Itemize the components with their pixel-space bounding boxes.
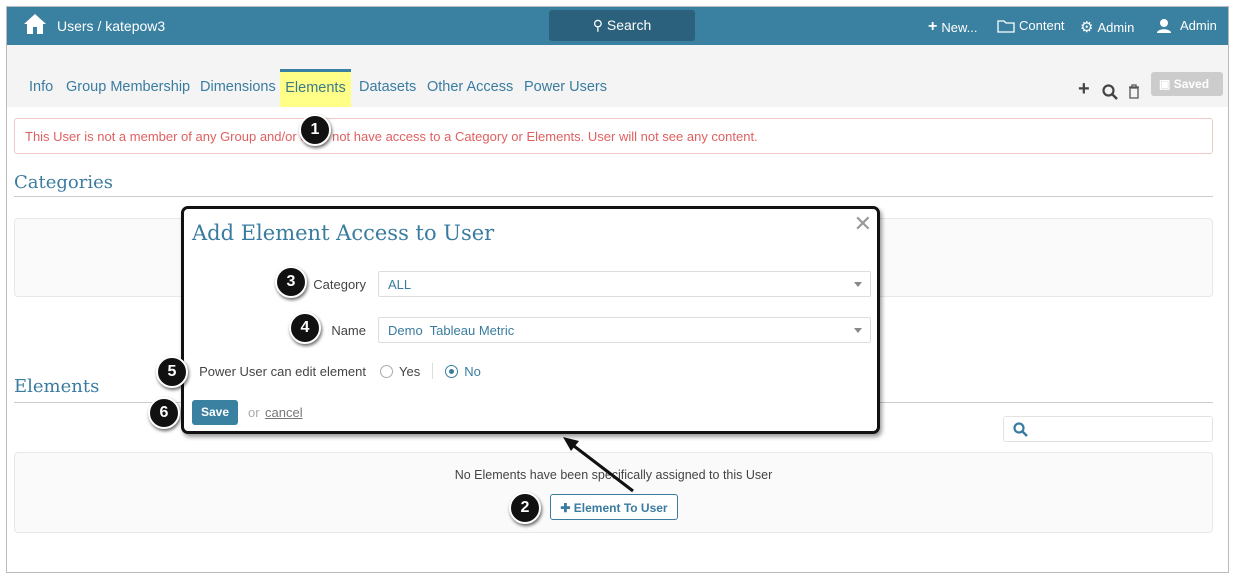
annotation-arrow <box>563 437 634 493</box>
app-window: Users / katepow3 ⚲ Search + New... Conten… <box>6 6 1229 573</box>
step-badge-2: 2 <box>509 492 541 524</box>
step-badge-5: 5 <box>156 356 188 388</box>
step-badge-3: 3 <box>275 266 307 298</box>
step-badge-6: 6 <box>148 397 180 429</box>
step-badge-1: 1 <box>299 114 331 146</box>
step-badge-4: 4 <box>289 312 321 344</box>
